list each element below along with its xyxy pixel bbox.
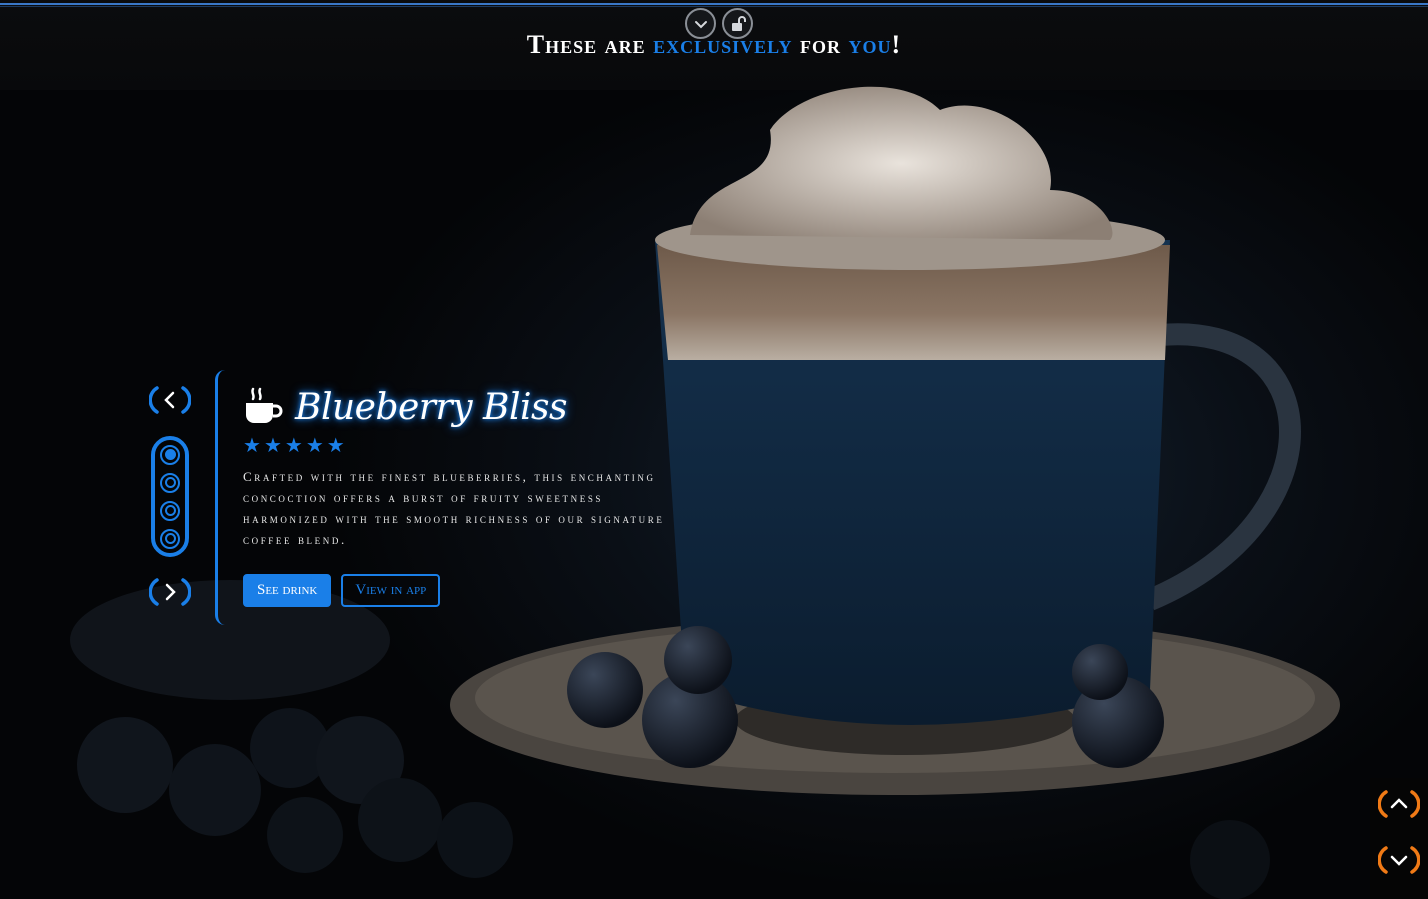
coffee-cup-icon bbox=[246, 387, 283, 423]
scroll-down-button[interactable] bbox=[1378, 844, 1420, 876]
slide-dot-1[interactable] bbox=[160, 444, 180, 465]
drink-title-row: Blueberry Bliss bbox=[243, 382, 715, 432]
lock-button[interactable] bbox=[722, 8, 753, 39]
title-accent-2: you bbox=[848, 30, 892, 59]
title-part-3: ! bbox=[891, 30, 902, 59]
drink-description: Crafted with the finest blueberries, thi… bbox=[243, 469, 665, 547]
star-icon: ★ bbox=[263, 435, 282, 457]
chevron-right-icon bbox=[149, 578, 191, 606]
title-part-2: for bbox=[792, 30, 849, 59]
slide-indicators bbox=[151, 436, 189, 557]
star-icon: ★ bbox=[326, 435, 345, 457]
drink-card: Blueberry Bliss ★ ★ ★ ★ ★ Crafted with t… bbox=[215, 370, 715, 625]
drink-title: Blueberry Bliss bbox=[295, 386, 567, 428]
page-nav-panel bbox=[1370, 778, 1428, 899]
next-slide-button[interactable] bbox=[149, 576, 191, 608]
slide-dot-4[interactable] bbox=[160, 528, 180, 549]
scroll-up-button[interactable] bbox=[1378, 788, 1420, 820]
slide-dot-2[interactable] bbox=[160, 472, 180, 493]
top-controls bbox=[685, 8, 753, 39]
chevron-down-icon bbox=[694, 20, 707, 28]
chevron-up-icon bbox=[1378, 790, 1420, 818]
star-icon: ★ bbox=[305, 435, 324, 457]
rating-stars: ★ ★ ★ ★ ★ bbox=[243, 436, 715, 456]
chevron-left-icon bbox=[149, 386, 191, 414]
star-icon: ★ bbox=[243, 435, 261, 457]
view-in-app-button[interactable]: View in app bbox=[341, 574, 441, 607]
collapse-button[interactable] bbox=[685, 8, 716, 39]
prev-slide-button[interactable] bbox=[149, 384, 191, 416]
chevron-down-icon bbox=[1378, 846, 1420, 874]
star-icon: ★ bbox=[284, 435, 303, 457]
see-drink-button[interactable]: See drink bbox=[243, 574, 332, 607]
title-part-1: These are bbox=[526, 30, 654, 59]
unlock-icon bbox=[731, 15, 746, 31]
action-buttons: See drink View in app bbox=[243, 574, 715, 607]
slide-dot-3[interactable] bbox=[160, 500, 180, 521]
